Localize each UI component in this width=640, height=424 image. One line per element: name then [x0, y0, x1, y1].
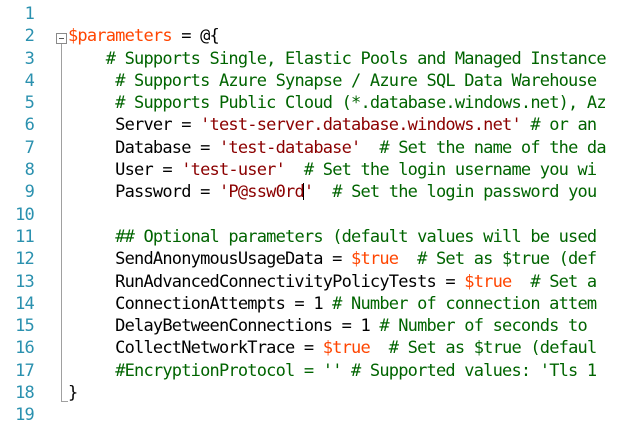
token-comment: # Number of connection attem [322, 293, 597, 314]
token-comment: # Set the login password you [313, 182, 597, 203]
token-text: User = [68, 160, 182, 181]
token-text: DelayBetweenConnections = [68, 316, 361, 337]
token-comment: # or an [520, 115, 597, 136]
line-number: 18 [15, 383, 35, 404]
code-area[interactable]: $parameters = @{ # Supports Single, Elas… [68, 3, 640, 424]
token-comment: # Number of seconds to [369, 316, 597, 337]
token-comment: # Set a [511, 271, 597, 292]
token-text: CollectNetworkTrace = [68, 338, 323, 359]
line-number: 2 [24, 26, 35, 47]
line-number: 4 [24, 70, 35, 91]
fold-region-end [61, 401, 68, 402]
code-line[interactable]: # Supports Single, Elastic Pools and Man… [68, 48, 640, 70]
token-comment: # Set as $true (def [398, 249, 597, 270]
code-line[interactable]: } [68, 382, 640, 404]
token-comment: #EncryptionProtocol = '' # Supported val… [115, 360, 597, 381]
line-number: 10 [15, 204, 35, 225]
code-line[interactable]: CollectNetworkTrace = $true # Set as $tr… [68, 337, 640, 359]
token-comment: # Set the name of the da [360, 137, 606, 158]
code-line[interactable]: RunAdvancedConnectivityPolicyTests = $tr… [68, 271, 640, 293]
code-line[interactable] [68, 404, 640, 424]
code-line[interactable]: ## Optional parameters (default values w… [68, 226, 640, 248]
line-number: 12 [15, 249, 35, 270]
token-text: 1 [360, 316, 370, 337]
code-line[interactable]: Database = 'test-database' # Set the nam… [68, 137, 640, 159]
code-line[interactable]: # Supports Public Cloud (*.database.wind… [68, 92, 640, 114]
token-variable: $true [322, 338, 371, 359]
code-editor[interactable]: 1 2 3 4 5 6 7 8 9 10 11 12 13 14 15 16 17 18 19 $parameter… [0, 0, 640, 424]
line-number: 1 [24, 4, 35, 24]
token-string: ' [303, 182, 314, 203]
token-comment: # Set as $true (defaul [369, 338, 597, 359]
code-line[interactable]: # Supports Azure Synapse / Azure SQL Dat… [68, 70, 640, 92]
collapse-region-icon[interactable] [56, 33, 67, 44]
token-string: 'test-user' [181, 160, 286, 181]
line-number: 9 [24, 182, 35, 203]
token-variable: $parameters [68, 26, 173, 47]
token-text: 1 [313, 293, 323, 314]
fold-region-line [61, 44, 62, 402]
code-line[interactable]: ConnectionAttempts = 1 # Number of conne… [68, 293, 640, 315]
code-line[interactable]: Server = 'test-server.database.windows.n… [68, 114, 640, 136]
line-number: 8 [24, 160, 35, 181]
token-text: ConnectionAttempts = [68, 293, 314, 314]
line-number: 13 [15, 271, 35, 292]
token-string: 'test-server.database.windows.net' [200, 115, 522, 136]
token-comment: # Supports Single, Elastic Pools and Man… [105, 48, 607, 69]
line-number: 19 [15, 405, 35, 424]
token-text: Password = [68, 182, 219, 203]
line-number: 5 [24, 93, 35, 114]
line-number: 15 [15, 316, 35, 337]
code-line[interactable]: #EncryptionProtocol = '' # Supported val… [68, 360, 640, 382]
code-line[interactable] [68, 204, 640, 226]
code-line[interactable]: Password = 'P@ssw0rd' # Set the login pa… [68, 181, 640, 203]
line-number: 16 [15, 338, 35, 359]
token-text: RunAdvancedConnectivityPolicyTests = [68, 271, 465, 292]
token-text: Server = [68, 115, 201, 136]
token-comment: ## Optional parameters (default values w… [115, 226, 597, 247]
token-comment: # Supports Azure Synapse / Azure SQL Dat… [115, 70, 597, 91]
token-comment: # Set the login username you wi [285, 160, 597, 181]
line-number: 17 [15, 360, 35, 381]
token-string: 'test-database' [218, 137, 361, 158]
code-line[interactable]: $parameters = @{ [68, 25, 640, 47]
token-text: Database = [68, 137, 219, 158]
token-text: SendAnonymousUsageData = [68, 249, 352, 270]
code-line[interactable] [68, 3, 640, 25]
code-line[interactable]: User = 'test-user' # Set the login usern… [68, 159, 640, 181]
line-number: 11 [15, 226, 35, 247]
line-number-gutter: 1 2 3 4 5 6 7 8 9 10 11 12 13 14 15 16 17 18 19 [0, 3, 36, 424]
token-text: = @{ [171, 26, 220, 47]
token-string: 'P@ssw0rd [218, 182, 305, 203]
code-line[interactable]: SendAnonymousUsageData = $true # Set as … [68, 248, 640, 270]
line-number: 3 [24, 48, 35, 69]
line-number: 7 [24, 137, 35, 158]
token-variable: $true [351, 249, 399, 270]
token-variable: $true [464, 271, 512, 292]
code-line[interactable]: DelayBetweenConnections = 1 # Number of … [68, 315, 640, 337]
token-text: } [68, 383, 78, 404]
line-number: 14 [15, 293, 35, 314]
line-number: 6 [24, 115, 35, 136]
token-comment: # Supports Public Cloud (*.database.wind… [115, 93, 606, 114]
